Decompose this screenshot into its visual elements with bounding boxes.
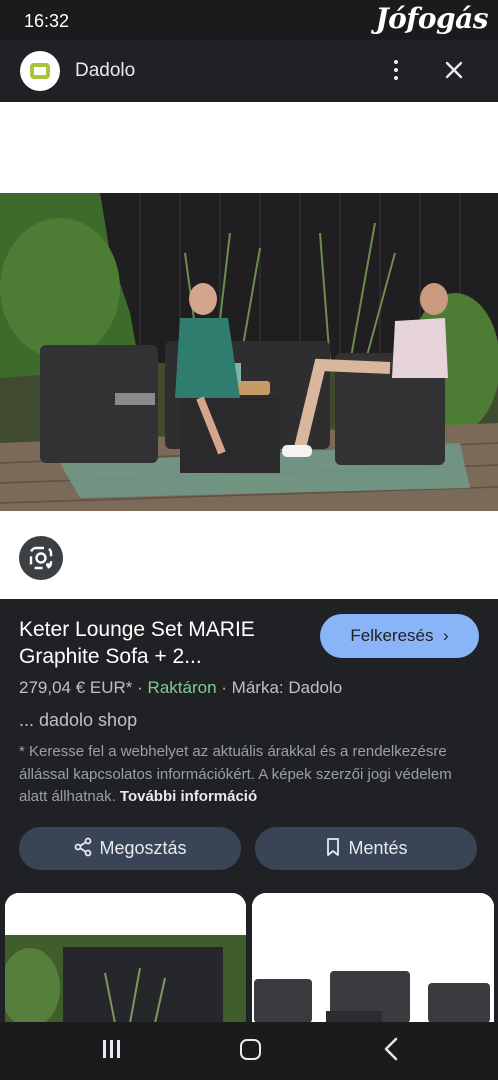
brand: Márka: Dadolo (231, 678, 343, 697)
shop-name: ... dadolo shop (19, 710, 138, 730)
share-label: Megosztás (99, 838, 187, 858)
status-time: 16:32 (24, 11, 70, 31)
product-title[interactable]: Keter Lounge Set MARIE Graphite Sofa + 2… (19, 616, 309, 670)
site-name: Dadolo (75, 60, 136, 81)
close-icon[interactable] (440, 56, 468, 84)
site-logo-icon (20, 51, 60, 91)
save-label: Mentés (348, 838, 408, 858)
more-info-link[interactable]: További információ (120, 788, 257, 805)
separator-dot: · (137, 678, 143, 697)
product-meta: 279,04 € EUR* · Raktáron · Márka: Dadolo (19, 678, 342, 698)
product-photo[interactable] (0, 193, 498, 511)
related-image-2[interactable] (252, 893, 494, 1023)
home-icon[interactable] (240, 1039, 261, 1060)
google-lens-icon[interactable] (19, 536, 63, 580)
share-icon (75, 837, 92, 857)
disclaimer: * Keresse fel a webhelyet az aktuális ár… (19, 741, 479, 809)
visit-button-label: Felkeresés (350, 626, 434, 645)
separator-dot: · (221, 678, 227, 697)
related-image-1[interactable] (5, 893, 246, 1023)
price: 279,04 € EUR* (19, 678, 133, 697)
recent-apps-icon[interactable] (100, 1038, 124, 1060)
share-button[interactable]: Megosztás (19, 827, 241, 870)
save-button[interactable]: Mentés (255, 827, 477, 870)
back-icon[interactable] (380, 1036, 404, 1062)
stock-status: Raktáron (147, 678, 217, 697)
watermark: Jófogás (375, 2, 488, 35)
bookmark-icon (327, 838, 340, 856)
chevron-right-icon: › (438, 626, 449, 645)
more-options-icon[interactable] (384, 55, 408, 85)
visit-button[interactable]: Felkeresés › (320, 614, 479, 658)
